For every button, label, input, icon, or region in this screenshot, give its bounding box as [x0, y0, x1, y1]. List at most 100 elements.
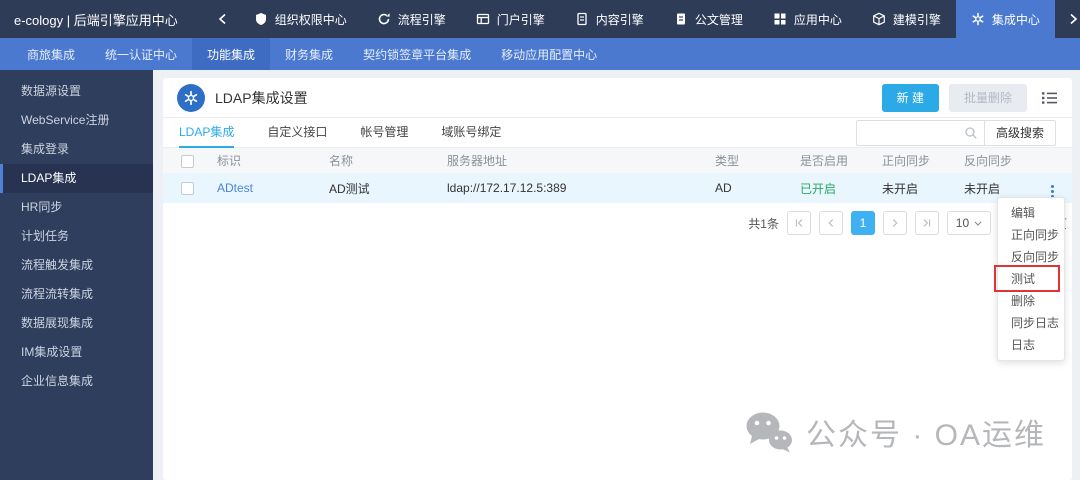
top-menu-label: 集成中心: [991, 12, 1040, 27]
table-header-row: 标识 名称 服务器地址 类型 是否启用 正向同步 反向同步: [163, 148, 1072, 173]
tab-ldap[interactable]: LDAP集成: [179, 118, 235, 148]
tab-custom-api[interactable]: 自定义接口: [267, 118, 327, 148]
row-enabled-status: 已开启: [800, 181, 837, 196]
row-forward-sync-status: 未开启: [882, 181, 919, 196]
top-menu-item-workflow[interactable]: 流程引擎: [362, 0, 461, 38]
top-menu: 组织权限中心 流程引擎 门户引擎 内容引擎 公文管理 应用中心 建模引擎 集成中…: [239, 0, 1055, 38]
batch-delete-button[interactable]: 批量删除: [948, 83, 1027, 112]
chevron-down-icon: [974, 221, 982, 226]
last-page-button[interactable]: [914, 211, 939, 235]
menu-item-edit[interactable]: 编辑: [998, 202, 1064, 224]
sidebar-item-sso-login[interactable]: 集成登录: [0, 135, 153, 164]
document-icon: [575, 12, 589, 26]
subnav: 商旅集成 统一认证中心 功能集成 财务集成 契约锁签章平台集成 移动应用配置中心: [0, 38, 1080, 70]
chevron-right-icon: [1070, 13, 1078, 25]
content-card: LDAP集成设置 新 建 批量删除 LDAP集成 自定义接口 帐号管理 域账号绑…: [163, 78, 1072, 480]
search-input[interactable]: [855, 119, 964, 146]
tab-account-mgmt[interactable]: 帐号管理: [360, 118, 408, 148]
subnav-item-auth-center[interactable]: 统一认证中心: [90, 38, 192, 70]
advanced-search-button[interactable]: 高级搜索: [983, 119, 1056, 146]
col-header-forward-sync: 正向同步: [882, 154, 931, 168]
subnav-item-travel[interactable]: 商旅集成: [12, 38, 90, 70]
top-menu-item-portal[interactable]: 门户引擎: [461, 0, 560, 38]
top-menu-item-modeling[interactable]: 建模引擎: [857, 0, 956, 38]
list-view-icon[interactable]: [1041, 90, 1058, 106]
col-header-name: 名称: [329, 154, 354, 168]
menu-item-sync-log[interactable]: 同步日志: [998, 312, 1064, 334]
nav-forward-chevron[interactable]: [1055, 0, 1080, 38]
nav-back-chevron[interactable]: [192, 0, 239, 38]
row-server: ldap://172.17.12.5:389: [447, 181, 567, 195]
top-menu-label: 门户引擎: [496, 12, 545, 27]
chevron-left-icon: [218, 13, 226, 25]
page-size-select[interactable]: 10: [946, 211, 991, 235]
sidebar-item-enterprise-info[interactable]: 企业信息集成: [0, 367, 153, 396]
page-1-button[interactable]: 1: [850, 211, 875, 235]
subnav-item-mobile-config[interactable]: 移动应用配置中心: [486, 38, 612, 70]
page-size-value: 10: [955, 216, 970, 230]
search-icon[interactable]: [963, 119, 984, 146]
row-checkbox[interactable]: [180, 182, 194, 196]
top-menu-label: 组织权限中心: [274, 12, 347, 27]
first-page-button[interactable]: [786, 211, 811, 235]
sidebar-item-datasource[interactable]: 数据源设置: [0, 77, 153, 106]
screen: e-cology | 后端引擎应用中心 组织权限中心 流程引擎 门户引擎 内容引…: [0, 0, 1080, 480]
tabs-row: LDAP集成 自定义接口 帐号管理 域账号绑定 高级搜索: [163, 118, 1072, 148]
integration-icon: [177, 83, 205, 112]
next-page-button[interactable]: [882, 211, 907, 235]
sidebar-item-webservice[interactable]: WebService注册: [0, 106, 153, 135]
menu-item-delete[interactable]: 删除: [998, 290, 1064, 312]
ldap-table: 标识 名称 服务器地址 类型 是否启用 正向同步 反向同步 ADtest AD测…: [163, 148, 1072, 203]
card-header: LDAP集成设置 新 建 批量删除: [163, 78, 1072, 118]
prev-page-button[interactable]: [818, 211, 843, 235]
select-all-checkbox[interactable]: [180, 154, 194, 168]
portal-icon: [476, 12, 490, 26]
col-header-reverse-sync: 反向同步: [964, 154, 1013, 168]
top-menu-label: 流程引擎: [397, 12, 446, 27]
col-header-type: 类型: [715, 154, 740, 168]
page-title: LDAP集成设置: [215, 89, 308, 106]
row-id-link[interactable]: ADtest: [217, 181, 253, 195]
body: 数据源设置 WebService注册 集成登录 LDAP集成 HR同步 计划任务…: [0, 70, 1080, 480]
top-menu-item-integration[interactable]: 集成中心: [955, 0, 1055, 38]
menu-item-test[interactable]: 测试: [994, 265, 1064, 292]
new-button[interactable]: 新 建: [881, 83, 939, 112]
col-header-id: 标识: [217, 154, 242, 168]
topbar: e-cology | 后端引擎应用中心 组织权限中心 流程引擎 门户引擎 内容引…: [0, 0, 1080, 38]
sidebar-item-workflow-trigger[interactable]: 流程触发集成: [0, 251, 153, 280]
search-group: 高级搜索: [855, 119, 1056, 146]
top-menu-item-org[interactable]: 组织权限中心: [239, 0, 362, 38]
pagination: 共1条 1 10: [163, 203, 1072, 235]
row-name: AD测试: [329, 181, 370, 196]
pagination-total: 共1条: [748, 216, 779, 231]
row-context-menu: 编辑 正向同步 反向同步 测试 删除 同步日志 日志: [994, 197, 1065, 361]
shield-icon: [254, 12, 268, 26]
tab-domain-binding[interactable]: 域账号绑定: [441, 118, 501, 148]
flow-icon: [377, 12, 391, 26]
sidebar-item-scheduled-tasks[interactable]: 计划任务: [0, 222, 153, 251]
subnav-item-esign[interactable]: 契约锁签章平台集成: [348, 38, 486, 70]
menu-item-reverse-sync[interactable]: 反向同步: [998, 246, 1064, 268]
menu-item-forward-sync[interactable]: 正向同步: [998, 224, 1064, 246]
top-menu-item-content[interactable]: 内容引擎: [560, 0, 659, 38]
main-area: LDAP集成设置 新 建 批量删除 LDAP集成 自定义接口 帐号管理 域账号绑…: [153, 70, 1080, 480]
subnav-item-finance[interactable]: 财务集成: [270, 38, 348, 70]
subnav-item-function[interactable]: 功能集成: [192, 38, 271, 70]
top-menu-item-app-center[interactable]: 应用中心: [758, 0, 857, 38]
top-menu-item-official-doc[interactable]: 公文管理: [659, 0, 758, 38]
top-menu-label: 应用中心: [793, 12, 842, 27]
row-type: AD: [715, 181, 732, 195]
cube-icon: [872, 12, 886, 26]
menu-item-log[interactable]: 日志: [998, 334, 1064, 356]
sidebar-item-data-display[interactable]: 数据展现集成: [0, 309, 153, 338]
sidebar-item-ldap[interactable]: LDAP集成: [0, 164, 153, 193]
app-brand: e-cology | 后端引擎应用中心: [14, 12, 178, 28]
sidebar-item-hr-sync[interactable]: HR同步: [0, 193, 153, 222]
official-doc-icon: [674, 12, 688, 26]
sidebar-item-workflow-transfer[interactable]: 流程流转集成: [0, 280, 153, 309]
table-row: ADtest AD测试 ldap://172.17.12.5:389 AD 已开…: [163, 173, 1072, 203]
top-menu-label: 建模引擎: [892, 12, 941, 27]
integration-icon: [971, 12, 985, 26]
sidebar-item-im-settings[interactable]: IM集成设置: [0, 338, 153, 367]
col-header-server: 服务器地址: [447, 154, 508, 168]
